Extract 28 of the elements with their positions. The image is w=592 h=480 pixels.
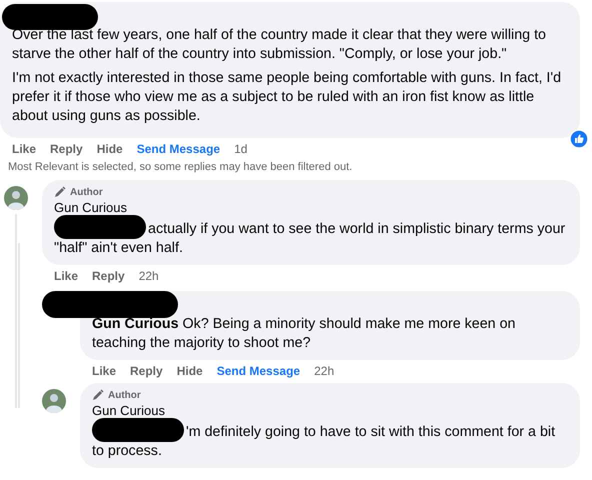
action-button[interactable]: Reply (92, 269, 125, 283)
pencil-icon (54, 186, 66, 198)
timestamp[interactable]: 1d (234, 142, 248, 156)
action-link[interactable]: Send Message (216, 364, 300, 378)
author-label: Author (70, 186, 103, 198)
action-button[interactable]: Reply (50, 142, 83, 156)
comment-text: Over the last few years, one half of the country made it clear that they were willing to starve the other half of the country into submission. "Comply, or lose your job." (12, 26, 548, 64)
action-button[interactable]: Like (92, 364, 116, 378)
comment-text: Gun Curious Ok? Being a minority should make me more keen on teaching the majority to shoot me? (92, 315, 517, 353)
action-link[interactable]: Send Message (136, 142, 220, 156)
filter-notice: Most Relevant is selected, so some replies may have been filtered out. (7, 160, 354, 173)
like-reaction-icon[interactable] (570, 130, 588, 148)
comment-text: actually if you want to see the world in simplistic binary terms your "half" ain't even half. (54, 221, 566, 256)
action-button[interactable]: Hide (176, 364, 203, 378)
avatar[interactable] (4, 186, 28, 210)
author-label: Author (108, 390, 141, 400)
action-button[interactable]: Like (54, 269, 78, 283)
action-button[interactable]: Hide (96, 142, 123, 156)
timestamp[interactable]: 22h (314, 364, 334, 378)
comment-text: I'm not exactly interested in those same people being comfortable with guns. In fact, I'd prefer it if those who view me as a subject to be ruled with an iron fist know as little about using guns as possible. (12, 69, 562, 126)
timestamp[interactable]: 22h (138, 269, 159, 283)
avatar[interactable] (42, 389, 66, 413)
comment-text: 'm definitely going to have to sit with this comment for a bit to process. (92, 424, 556, 459)
commenter-name[interactable]: Gun Curious (92, 403, 165, 418)
commenter-name[interactable]: Gun Curious (54, 200, 127, 215)
action-button[interactable]: Like (12, 142, 36, 156)
pencil-icon (92, 389, 104, 401)
action-button[interactable]: Reply (130, 364, 163, 378)
